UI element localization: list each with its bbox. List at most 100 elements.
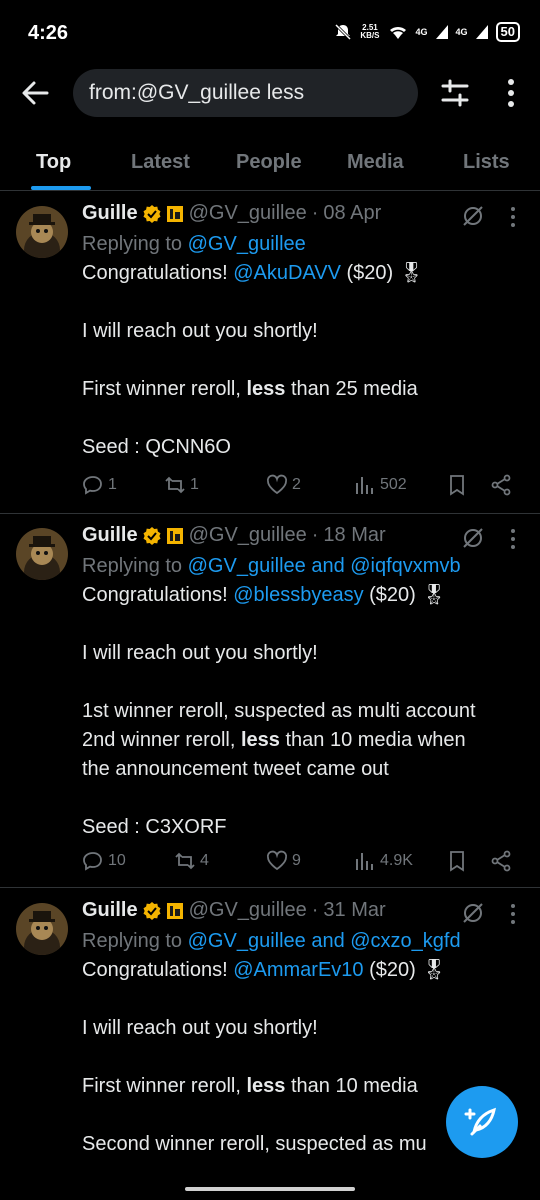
compose-button[interactable]	[446, 1086, 518, 1158]
views-button[interactable]: 4.9K	[354, 850, 413, 872]
tweet-line: 2nd winner reroll, less than 10 media wh…	[82, 729, 466, 751]
active-tab-indicator	[31, 186, 91, 190]
tab-people[interactable]: People	[236, 151, 302, 174]
tweet-header: Guille @GV_guillee · 08 Apr	[82, 202, 381, 225]
battery-indicator: 50	[495, 22, 520, 42]
reply-icon	[83, 476, 102, 495]
reply-context: Replying to @GV_guillee and @cxzo_kgfd	[82, 930, 461, 952]
tweet-date: 08 Apr	[323, 202, 382, 224]
views-icon	[356, 853, 373, 870]
tweet-date: 31 Mar	[323, 899, 386, 921]
search-header: from:@GV_guillee less	[0, 66, 540, 118]
share-icon[interactable]	[490, 474, 512, 496]
views-button[interactable]: 502	[354, 474, 407, 496]
reply-to-link[interactable]: @GV_guillee and @iqfqvxmvb	[188, 555, 461, 577]
mention-link[interactable]: @AmmarEv10	[233, 959, 363, 981]
like-button[interactable]: 9	[266, 850, 301, 872]
status-icons: 2.51 KB/S 4G 4G 50	[334, 22, 520, 42]
mute-bell-icon	[335, 23, 352, 41]
tweet-line: Seed : C3XORF	[82, 816, 227, 838]
like-button[interactable]: 2	[266, 474, 301, 496]
grok-icon[interactable]	[461, 901, 485, 925]
tab-media[interactable]: Media	[347, 151, 404, 174]
verified-gold-icon	[143, 204, 161, 223]
tab-latest[interactable]: Latest	[131, 151, 190, 174]
tweet-actions: 10 4 9 4.9K	[82, 850, 522, 876]
tab-top[interactable]: Top	[36, 151, 71, 174]
reply-button[interactable]: 10	[82, 850, 126, 872]
repost-button[interactable]: 4	[174, 850, 209, 872]
mention-link[interactable]: @AkuDAVV	[233, 262, 341, 284]
back-arrow-icon[interactable]	[20, 78, 50, 108]
grok-icon[interactable]	[461, 526, 485, 550]
status-bar: 4:26 2.51 KB/S 4G 4G 50	[0, 0, 540, 64]
avatar[interactable]	[16, 903, 68, 955]
affiliate-badge-icon	[166, 902, 183, 919]
tweet-header: Guille @GV_guillee · 31 Mar	[82, 899, 386, 922]
search-input[interactable]: from:@GV_guillee less	[73, 69, 418, 117]
like-icon	[266, 850, 288, 871]
wifi-icon	[389, 26, 406, 39]
home-indicator[interactable]	[185, 1187, 355, 1191]
repost-icon	[165, 476, 185, 494]
repost-icon	[175, 852, 195, 870]
tweet-actions: 1 1 2 502	[82, 474, 522, 500]
author-handle: @GV_guillee	[188, 524, 307, 546]
tweet-line: Congratulations! @AkuDAVV ($20) 🎖	[82, 262, 425, 284]
grok-icon[interactable]	[461, 204, 485, 228]
author-name[interactable]: Guille	[82, 202, 138, 225]
tweet-line: I will reach out you shortly!	[82, 1017, 318, 1039]
reply-to-link[interactable]: @GV_guillee and @cxzo_kgfd	[188, 930, 461, 952]
author-handle: @GV_guillee	[188, 899, 307, 921]
compose-icon	[464, 1107, 496, 1136]
views-icon	[356, 477, 373, 494]
tweet-date: 18 Mar	[323, 524, 386, 546]
status-time: 4:26	[28, 22, 69, 44]
more-vertical-icon[interactable]	[506, 903, 520, 925]
avatar[interactable]	[16, 528, 68, 580]
author-handle: @GV_guillee	[188, 202, 307, 224]
reply-button[interactable]: 1	[82, 474, 117, 496]
share-icon[interactable]	[490, 850, 512, 872]
reply-icon	[83, 852, 102, 871]
tweet-header: Guille @GV_guillee · 18 Mar	[82, 524, 386, 547]
tab-lists[interactable]: Lists	[463, 151, 510, 174]
tweet[interactable]: Guille @GV_guillee · 08 Apr Replying to …	[0, 192, 540, 514]
separator-dot: ·	[311, 899, 319, 921]
network-type-2: 4G	[455, 27, 468, 37]
tweet-line: I will reach out you shortly!	[82, 320, 318, 342]
bookmark-icon[interactable]	[446, 850, 468, 872]
reply-context: Replying to @GV_guillee	[82, 233, 306, 255]
tweet-line: Seed : QCNN6O	[82, 436, 231, 458]
tweet-body: Replying to @GV_guillee Congratulations!…	[82, 230, 522, 462]
search-tabs: Top Latest People Media Lists	[0, 133, 540, 191]
tweet-line: Congratulations! @blessbyeasy ($20) 🎖	[82, 584, 447, 606]
tweet-line: the announcement tweet came out	[82, 758, 389, 780]
reply-context: Replying to @GV_guillee and @iqfqvxmvb	[82, 555, 461, 577]
tweet-line: 1st winner reroll, suspected as multi ac…	[82, 700, 476, 722]
avatar[interactable]	[16, 206, 68, 258]
more-vertical-icon[interactable]	[506, 206, 520, 228]
verified-gold-icon	[143, 526, 161, 545]
filter-sliders-icon[interactable]	[440, 78, 470, 108]
separator-dot: ·	[311, 524, 319, 546]
author-name[interactable]: Guille	[82, 524, 138, 547]
more-vertical-icon[interactable]	[506, 528, 520, 550]
verified-gold-icon	[143, 901, 161, 920]
mention-link[interactable]: @blessbyeasy	[233, 584, 363, 606]
tweet-body: Replying to @GV_guillee and @iqfqvxmvb C…	[82, 552, 522, 842]
affiliate-badge-icon	[166, 205, 183, 222]
tweet[interactable]: Guille @GV_guillee · 18 Mar Replying to …	[0, 514, 540, 888]
signal-icon	[475, 25, 488, 39]
more-vertical-icon[interactable]	[496, 76, 526, 110]
separator-dot: ·	[311, 202, 319, 224]
network-speed: 2.51 KB/S	[360, 23, 380, 40]
author-name[interactable]: Guille	[82, 899, 138, 922]
repost-button[interactable]: 1	[164, 474, 199, 496]
reply-to-link[interactable]: @GV_guillee	[188, 233, 306, 255]
affiliate-badge-icon	[166, 527, 183, 544]
bookmark-icon[interactable]	[446, 474, 468, 496]
network-type-1: 4G	[415, 27, 428, 37]
like-icon	[266, 474, 288, 495]
tweet-line: Congratulations! @AmmarEv10 ($20) 🎖	[82, 959, 447, 981]
